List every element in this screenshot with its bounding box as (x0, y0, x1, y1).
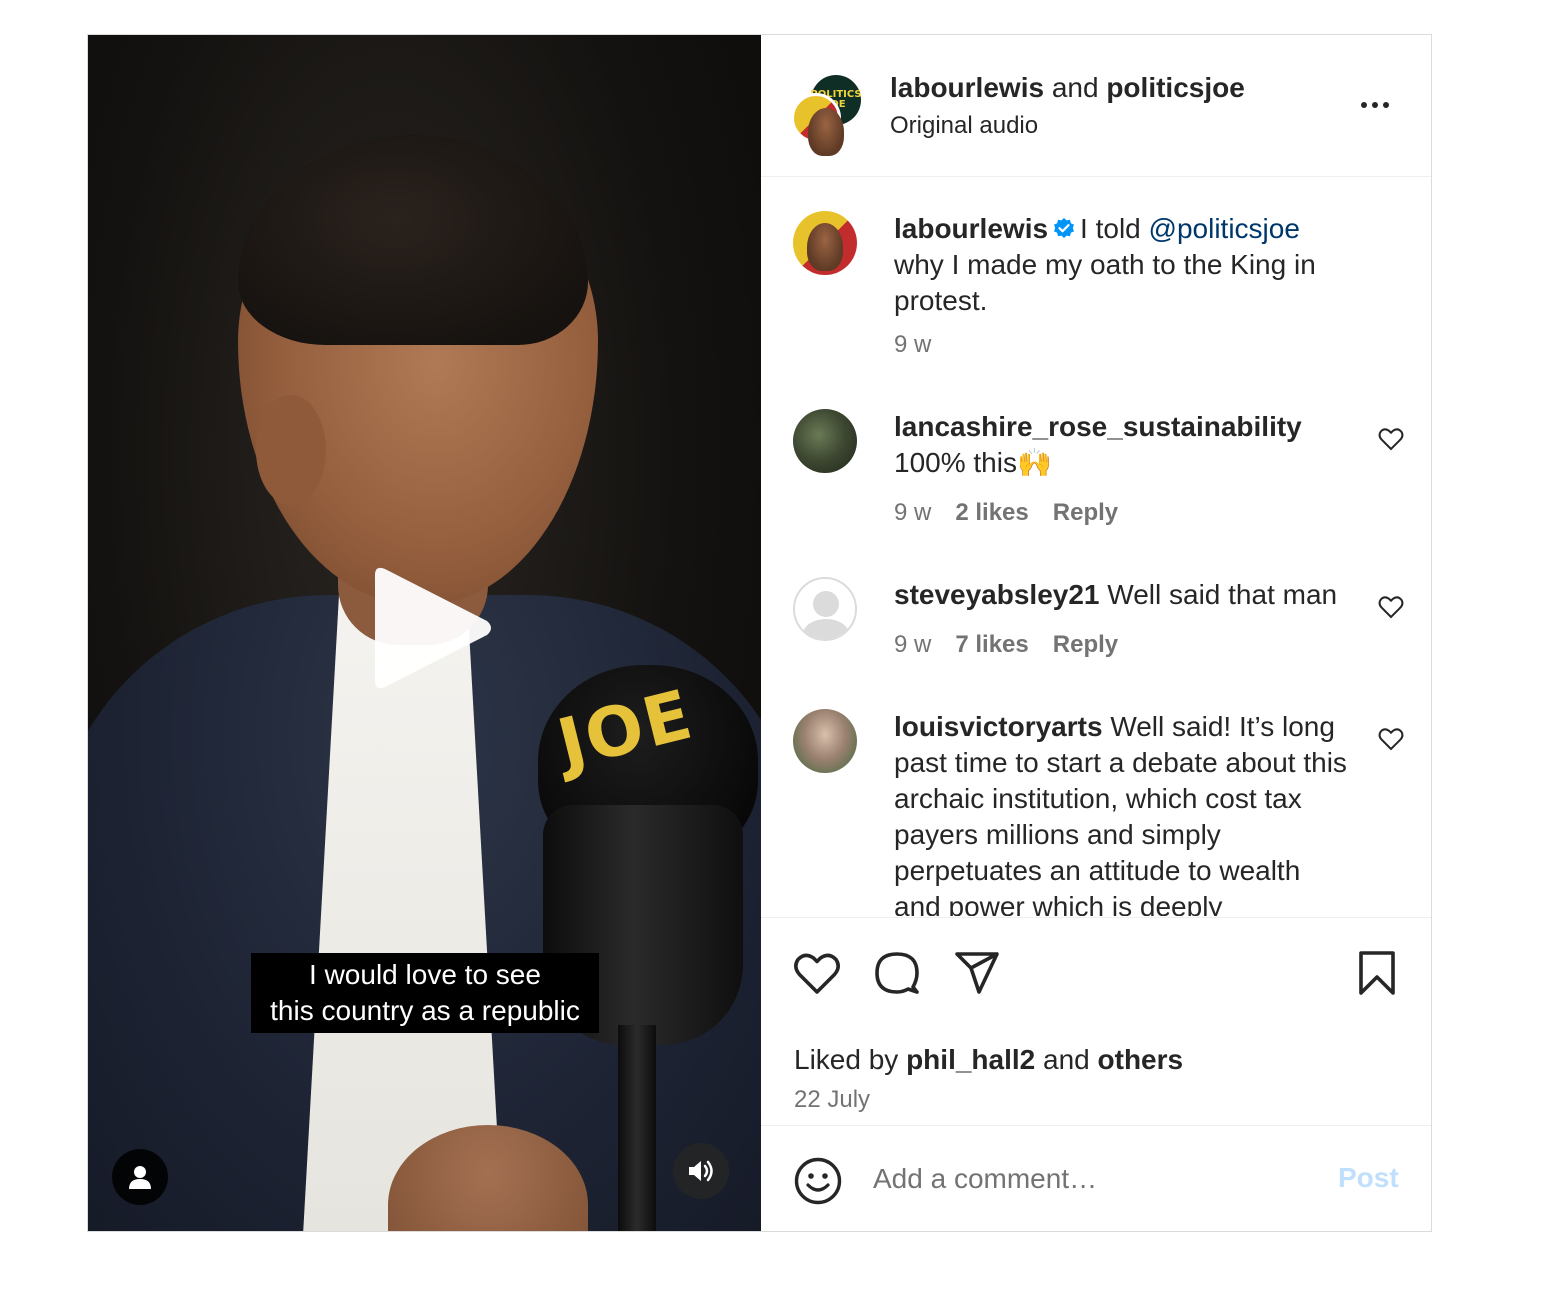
labourlewis-avatar (791, 93, 844, 156)
caption-meta: 9 w (894, 331, 931, 359)
caption-mention[interactable]: @politicsjoe (1149, 213, 1300, 244)
avatar[interactable] (793, 709, 857, 773)
caption-time[interactable]: 9 w (894, 331, 931, 359)
comment-input[interactable] (873, 1156, 1313, 1202)
comment: louisvictoryarts Well said! It’s long pa… (894, 709, 1354, 916)
post-caption: labourlewis I told @politicsjoe why I mad… (894, 211, 1354, 319)
comment-bubble-icon[interactable] (872, 948, 922, 998)
liked-and: and (1035, 1044, 1098, 1075)
play-icon[interactable] (371, 563, 495, 693)
collab-avatar[interactable]: POLITICS JOE (791, 73, 863, 156)
verified-badge-icon (1054, 218, 1075, 238)
reply-button[interactable]: Reply (1053, 499, 1118, 527)
post-sidebar: POLITICS JOE labourlewis and politicsjoe… (761, 35, 1431, 1231)
add-comment-bar: Post (761, 1125, 1431, 1231)
person-icon[interactable] (112, 1149, 168, 1205)
comments-list[interactable]: labourlewis I told @politicsjoe why I mad… (761, 177, 1431, 916)
share-send-icon[interactable] (952, 948, 1002, 998)
liked-others[interactable]: others (1098, 1044, 1184, 1075)
like-heart-icon[interactable] (792, 948, 842, 998)
audio-link[interactable]: Original audio (890, 112, 1038, 140)
header-connector: and (1051, 72, 1099, 103)
video-subtitle: I would love to see this country as a re… (251, 953, 599, 1033)
comment-username[interactable]: steveyabsley21 (894, 579, 1100, 610)
avatar[interactable] (793, 577, 857, 641)
heart-icon[interactable] (1378, 595, 1404, 619)
comment-text: Well said that man (1107, 579, 1338, 610)
more-options-icon[interactable] (1353, 90, 1397, 120)
comment: lancashire_rose_sustainability 100% this… (894, 409, 1354, 481)
caption-text-after: why I made my oath to the King in protes… (894, 249, 1316, 316)
header-usernames: labourlewis and politicsjoe (890, 72, 1245, 104)
post-date[interactable]: 22 July (794, 1086, 870, 1114)
comment-text: 100% this🙌 (894, 447, 1052, 478)
instagram-post: JOE I would love to see this country as … (87, 34, 1432, 1232)
reply-button[interactable]: Reply (1053, 631, 1118, 659)
speaker-icon[interactable] (673, 1143, 729, 1199)
header-username-1[interactable]: labourlewis (890, 72, 1044, 103)
comment-likes[interactable]: 7 likes (955, 631, 1028, 659)
heart-icon[interactable] (1378, 427, 1404, 451)
comment-likes[interactable]: 2 likes (955, 499, 1028, 527)
comment-time[interactable]: 9 w (894, 499, 931, 527)
emoji-icon[interactable] (793, 1156, 843, 1206)
header-username-2[interactable]: politicsjoe (1106, 72, 1244, 103)
post-actions: Liked by phil_hall2 and others 22 July (761, 917, 1431, 1123)
video-player[interactable]: JOE I would love to see this country as … (88, 35, 761, 1231)
heart-icon[interactable] (1378, 727, 1404, 751)
comment: steveyabsley21 Well said that man (894, 577, 1354, 613)
liked-user[interactable]: phil_hall2 (906, 1044, 1035, 1075)
avatar[interactable] (793, 211, 857, 275)
post-header: POLITICS JOE labourlewis and politicsjoe… (761, 35, 1431, 177)
comment-username[interactable]: louisvictoryarts (894, 711, 1103, 742)
comment-username[interactable]: lancashire_rose_sustainability (894, 411, 1302, 442)
liked-by: Liked by phil_hall2 and others (794, 1044, 1183, 1076)
comment-time[interactable]: 9 w (894, 631, 931, 659)
comment-meta: 9 w 2 likes Reply (894, 499, 1118, 527)
bookmark-icon[interactable] (1352, 948, 1402, 998)
comment-meta: 9 w 7 likes Reply (894, 631, 1118, 659)
post-comment-button[interactable]: Post (1338, 1162, 1399, 1194)
avatar[interactable] (793, 409, 857, 473)
caption-text-before: I told (1080, 213, 1149, 244)
caption-username[interactable]: labourlewis (894, 213, 1048, 244)
liked-prefix: Liked by (794, 1044, 907, 1075)
